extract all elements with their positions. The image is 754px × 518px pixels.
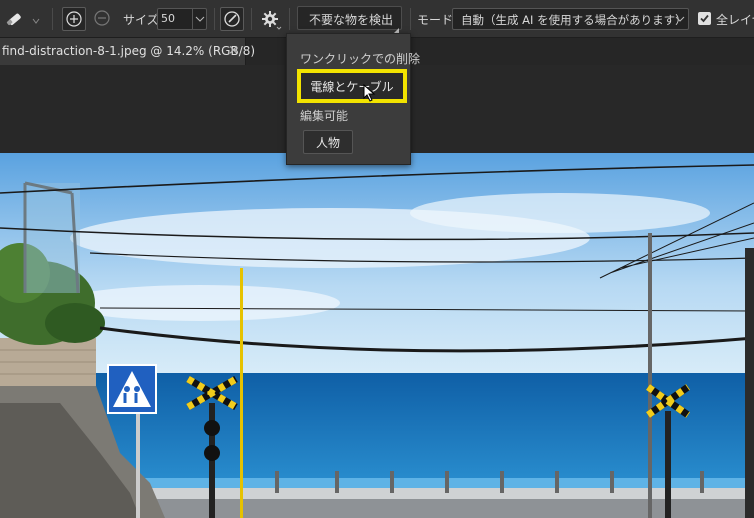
size-label: サイズ xyxy=(123,13,159,27)
document-image xyxy=(0,153,754,518)
detect-dropdown-menu: ワンクリックでの削除 電線とケーブル 編集可能 人物 xyxy=(286,33,420,165)
mode-select[interactable]: 自動（生成 AI を使用する場合があります） xyxy=(452,8,689,30)
wires-cables-label: 電線とケーブル xyxy=(310,80,394,94)
cursor-pointer-icon xyxy=(363,83,377,102)
detect-distractions-button[interactable]: 不要な物を検出 xyxy=(297,6,402,33)
editable-header: 編集可能 xyxy=(300,109,349,123)
mode-value: 自動（生成 AI を使用する場合があります） xyxy=(461,13,687,27)
divider xyxy=(52,8,53,30)
people-label: 人物 xyxy=(315,136,340,150)
remove-tool-icon[interactable] xyxy=(4,8,26,30)
mode-chevron-icon xyxy=(673,9,687,29)
size-dropdown-chevron-icon[interactable] xyxy=(192,9,207,29)
one-click-header: ワンクリックでの削除 xyxy=(300,52,421,66)
subtract-circle-icon[interactable] xyxy=(91,7,115,31)
gear-icon[interactable] xyxy=(259,8,283,32)
document-tab-title: find-distraction-8-1.jpeg @ 14.2% (RGB/8… xyxy=(2,44,256,58)
divider xyxy=(410,8,411,30)
divider xyxy=(251,8,252,30)
size-input[interactable]: 50 xyxy=(157,8,207,30)
size-value: 50 xyxy=(161,12,175,25)
checkbox-checked-icon[interactable] xyxy=(698,12,711,25)
mode-label: モード xyxy=(417,13,454,27)
divider xyxy=(214,8,215,30)
tool-dropdown-arrow-icon[interactable] xyxy=(32,14,40,24)
wires-cables-button[interactable]: 電線とケーブル xyxy=(297,69,407,103)
document-tab[interactable]: find-distraction-8-1.jpeg @ 14.2% (RGB/8… xyxy=(0,38,255,65)
detect-button-label: 不要な物を検出 xyxy=(309,13,394,27)
divider xyxy=(289,8,290,30)
people-button[interactable]: 人物 xyxy=(303,130,353,154)
add-circle-icon[interactable] xyxy=(62,7,86,31)
all-layers-label: 全レイヤ xyxy=(716,13,754,27)
corner-arrow-icon xyxy=(394,23,400,33)
sample-brush-icon[interactable] xyxy=(220,7,244,31)
close-icon[interactable]: × xyxy=(228,43,239,58)
